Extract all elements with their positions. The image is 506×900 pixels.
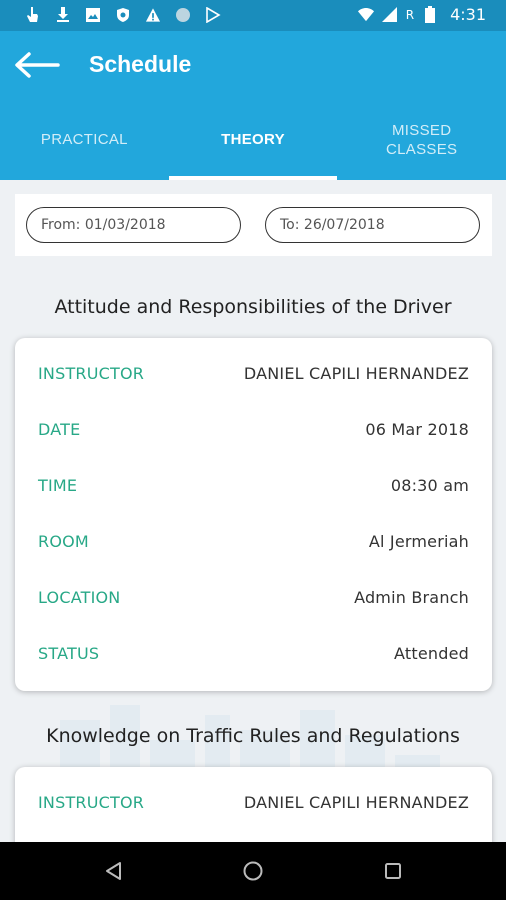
warning-icon: [145, 6, 161, 23]
instructor-row: INSTRUCTOR DANIEL CAPILI HERNANDEZ: [15, 360, 492, 390]
instructor-row: INSTRUCTOR DANIEL CAPILI HERNANDEZ: [15, 789, 492, 819]
row-label: TIME: [38, 476, 78, 495]
date-row: DATE 06 Mar 2018: [15, 416, 492, 446]
tab-bar: PRACTICAL THEORY MISSED CLASSES: [0, 99, 506, 180]
page-title: Schedule: [89, 51, 192, 77]
row-value: Attended: [394, 644, 469, 663]
tab-missed-classes[interactable]: MISSED CLASSES: [337, 99, 506, 180]
app-bar: Schedule: [0, 31, 506, 99]
nav-back-icon: [106, 862, 121, 880]
download-icon: [55, 6, 71, 23]
date-filter: From: 01/03/2018 To: 26/07/2018: [15, 194, 492, 256]
row-label: DATE: [38, 420, 81, 439]
tab-theory[interactable]: THEORY: [168, 99, 338, 180]
nav-home-button[interactable]: [238, 856, 268, 886]
nav-recents-icon: [385, 863, 401, 879]
clock: 4:31: [450, 5, 486, 24]
wifi-icon: [357, 6, 374, 23]
touch-icon: [25, 6, 41, 23]
row-value: DANIEL CAPILI HERNANDEZ: [243, 364, 469, 383]
room-row: ROOM Al Jermeriah: [15, 528, 492, 558]
row-value: Admin Branch: [354, 588, 469, 607]
row-label: INSTRUCTOR: [38, 793, 145, 812]
nav-home-icon: [243, 861, 263, 881]
row-label: LOCATION: [38, 588, 121, 607]
row-value: Al Jermeriah: [368, 532, 469, 551]
tab-practical[interactable]: PRACTICAL: [0, 99, 169, 180]
to-date-field[interactable]: To: 26/07/2018: [265, 207, 480, 243]
row-value: DANIEL CAPILI HERNANDEZ: [243, 793, 469, 812]
battery-icon: [422, 6, 438, 23]
back-arrow-icon: [15, 52, 60, 78]
image-icon: [85, 6, 101, 23]
roaming-indicator: R: [405, 7, 415, 22]
row-label: INSTRUCTOR: [38, 364, 145, 383]
row-label: ROOM: [38, 532, 89, 551]
circle-icon: [175, 6, 191, 23]
row-label: STATUS: [38, 644, 100, 663]
location-row: LOCATION Admin Branch: [15, 584, 492, 614]
time-row: TIME 08:30 am: [15, 472, 492, 502]
signal-icon: [382, 6, 398, 23]
status-row: STATUS Attended: [15, 640, 492, 670]
from-date-field[interactable]: From: 01/03/2018: [26, 207, 241, 243]
play-store-icon: [205, 6, 221, 23]
status-bar: R 4:31: [0, 0, 506, 31]
row-value: 06 Mar 2018: [365, 420, 469, 439]
shield-icon: [115, 6, 131, 23]
class-card[interactable]: INSTRUCTOR DANIEL CAPILI HERNANDEZ DATE …: [15, 338, 492, 691]
nav-recents-button[interactable]: [378, 856, 408, 886]
row-value: 08:30 am: [390, 476, 469, 495]
class-title: Knowledge on Traffic Rules and Regulatio…: [46, 725, 460, 747]
navigation-bar: [0, 842, 506, 900]
back-button[interactable]: [12, 45, 62, 85]
class-title: Attitude and Responsibilities of the Dri…: [54, 296, 452, 318]
nav-back-button[interactable]: [99, 856, 129, 886]
